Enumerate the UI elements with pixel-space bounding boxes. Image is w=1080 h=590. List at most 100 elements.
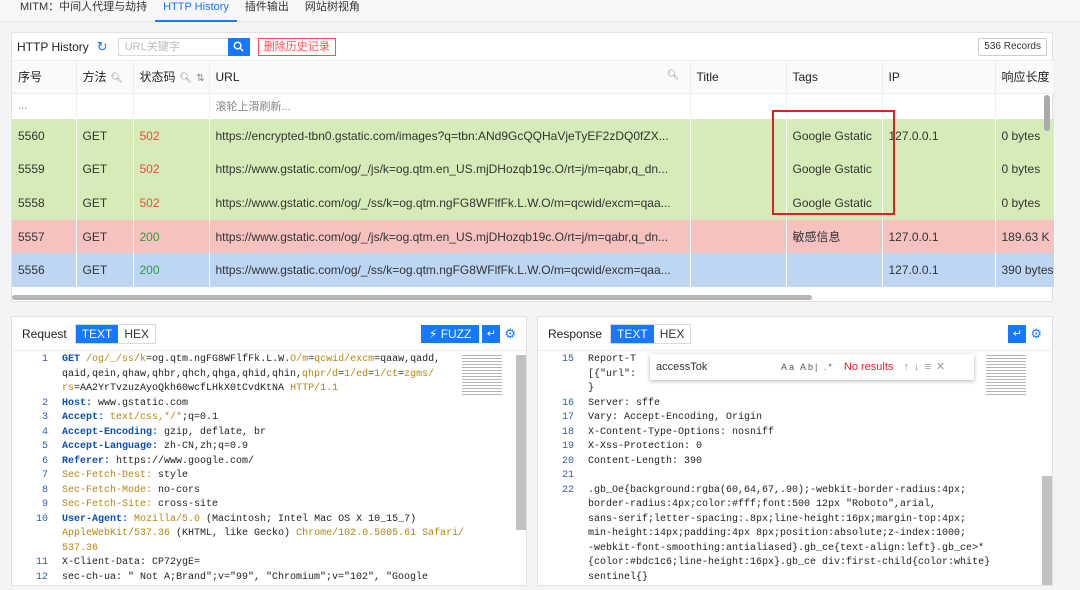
search-icon[interactable]: 🔍︎ bbox=[667, 70, 680, 81]
cell-ip bbox=[882, 186, 996, 220]
tab-plugin-output[interactable]: 插件输出 bbox=[237, 0, 297, 22]
cell-title bbox=[690, 186, 787, 220]
wrap-button[interactable]: ↵ bbox=[482, 324, 501, 343]
code-line: Sec-Fetch-Dest: style bbox=[62, 470, 189, 481]
line-number: 3 bbox=[41, 412, 48, 423]
request-label: Request bbox=[22, 326, 67, 341]
tab-site-tree[interactable]: 网站树视角 bbox=[297, 0, 368, 22]
code-line: border-radius:4px;color:#fff;font:500 12… bbox=[588, 499, 937, 510]
cell-title bbox=[690, 219, 787, 254]
line-number: 12 bbox=[35, 571, 48, 583]
code-line: Sec-Fetch-Site: cross-site bbox=[62, 499, 219, 510]
code-line: sec-ch-ua: " Not A;Brand";v="99", "Chrom… bbox=[62, 571, 429, 583]
code-line: Content-Length: 390 bbox=[588, 455, 703, 467]
code-line: Vary: Accept-Encoding, Origin bbox=[588, 412, 763, 423]
response-scrollbar[interactable] bbox=[1042, 476, 1052, 585]
cell-len: 0 bytes bbox=[995, 152, 1055, 187]
cell-id: 5557 bbox=[12, 219, 77, 254]
col-status[interactable]: 状态码 🔍︎ ⇅ bbox=[133, 61, 210, 94]
line-number: 5 bbox=[41, 441, 48, 452]
delete-history-button[interactable]: 删除历史记录 bbox=[257, 37, 336, 56]
cell-url: https://encrypted-tbn0.gstatic.com/image… bbox=[209, 119, 691, 153]
cell-id: 5560 bbox=[12, 119, 77, 153]
response-hex-tab[interactable]: HEX bbox=[654, 325, 691, 343]
response-minimap[interactable] bbox=[986, 355, 1026, 395]
find-widget: accessTok Aa Ab| .* No results ↑↓≡✕ bbox=[650, 354, 974, 380]
history-table: 序号 方法 🔍︎ 状态码 🔍︎ ⇅ URL 🔍︎ Title Tags IP 响应长度 … bbox=[12, 61, 1055, 287]
request-minimap[interactable] bbox=[462, 355, 502, 395]
return-icon: ↵ bbox=[486, 327, 496, 340]
wrap-button[interactable]: ↵ bbox=[1008, 324, 1027, 343]
response-header: Response TEXT HEX ↵ ⚙ bbox=[538, 317, 1052, 351]
col-method[interactable]: 方法 🔍︎ bbox=[76, 61, 134, 94]
line-number: 18 bbox=[561, 426, 574, 438]
history-toolbar: HTTP History ↻ URL关键字 删除历史记录 536 Records bbox=[12, 33, 1052, 61]
line-number: 2 bbox=[41, 397, 48, 409]
table-row[interactable]: 5556 GET 200 https://www.gstatic.com/og/_/s… bbox=[12, 253, 1055, 287]
col-id[interactable]: 序号 bbox=[12, 61, 77, 94]
code-line: 537.36 bbox=[62, 542, 99, 554]
return-icon: ↵ bbox=[1012, 327, 1022, 340]
code-line: Server: sffe bbox=[588, 397, 661, 409]
table-row[interactable]: 5559 GET 502 https://www.gstatic.com/og/_/j… bbox=[12, 152, 1055, 187]
cell-len: 0 bytes bbox=[995, 186, 1055, 220]
line-number: 17 bbox=[561, 412, 574, 423]
cell-tags bbox=[786, 253, 883, 287]
request-text-tab[interactable]: TEXT bbox=[75, 324, 119, 343]
response-panel: Response TEXT HEX ↵ ⚙ 15 Report-T [{"url":… bbox=[537, 316, 1053, 586]
request-scrollbar[interactable] bbox=[516, 355, 526, 530]
table-row[interactable]: 5560 GET 502 https://encrypted-tbn0.gstatic… bbox=[12, 119, 1055, 153]
request-editor[interactable]: 1 GET /og/_/ss/k=og.qtm.ngFG8WFlfFk.L.W.O… bbox=[12, 351, 526, 585]
gear-icon[interactable]: ⚙ bbox=[504, 326, 516, 342]
line-number: 11 bbox=[35, 557, 48, 568]
top-tabs: MITM：中间人代理与劫持 HTTP History 插件输出 网站树视角 bbox=[0, 0, 1080, 22]
col-length[interactable]: 响应长度 bbox=[995, 61, 1055, 94]
code-line: sans-serif;letter-spacing:.8px;line-heig… bbox=[588, 513, 967, 525]
code-line: Report-T bbox=[588, 354, 637, 365]
cell-url: https://www.gstatic.com/og/_/js/k=og.qtm… bbox=[209, 152, 691, 187]
code-line: User-Agent: Mozilla/5.0 (Macintosh; Inte… bbox=[62, 513, 417, 525]
find-input[interactable]: accessTok bbox=[656, 360, 781, 375]
line-number: 19 bbox=[561, 441, 574, 452]
gear-icon[interactable]: ⚙ bbox=[1030, 326, 1042, 342]
code-line: } bbox=[588, 383, 595, 394]
code-line: AppleWebKit/537.36 (KHTML, like Gecko) C… bbox=[62, 528, 465, 539]
col-tags[interactable]: Tags bbox=[786, 61, 883, 94]
code-line: rs=AA2YrTvzuzAyoQkh60wcfLHkX0tCvdKtNA HT… bbox=[62, 383, 339, 394]
line-number: 15 bbox=[561, 354, 574, 365]
code-line: [{"url": bbox=[588, 368, 637, 380]
search-button[interactable] bbox=[227, 37, 250, 56]
col-url[interactable]: URL 🔍︎ bbox=[209, 61, 691, 94]
search-icon[interactable]: 🔍︎ bbox=[180, 73, 193, 84]
cell-method: GET bbox=[76, 186, 134, 220]
cell-tags: Google Gstatic bbox=[786, 119, 883, 153]
tab-http-history[interactable]: HTTP History bbox=[155, 0, 237, 22]
table-row[interactable]: 5557 GET 200 https://www.gstatic.com/og/_/j… bbox=[12, 219, 1055, 254]
search-icon[interactable]: 🔍︎ bbox=[111, 73, 124, 84]
response-editor[interactable]: 15 Report-T [{"url":} 16 Server: sffe 17 Vary:… bbox=[538, 351, 1052, 585]
code-line: -webkit-font-smoothing:antialiased}.gb_c… bbox=[588, 542, 985, 554]
find-options[interactable]: Aa Ab| .* bbox=[781, 360, 834, 375]
code-line: X-Client-Data: CP72ygE= bbox=[62, 557, 201, 568]
refresh-icon[interactable]: ↻ bbox=[97, 39, 108, 55]
table-row[interactable]: 5558 GET 502 https://www.gstatic.com/og/_/s… bbox=[12, 186, 1055, 220]
url-search-input[interactable]: URL关键字 bbox=[117, 37, 228, 56]
tab-mitm[interactable]: MITM：中间人代理与劫持 bbox=[12, 0, 155, 22]
col-title[interactable]: Title bbox=[690, 61, 787, 94]
code-line: min-height:14px;padding:4px 8px;position… bbox=[588, 528, 967, 539]
request-hex-tab[interactable]: HEX bbox=[118, 325, 155, 343]
cell-status: 502 bbox=[133, 186, 210, 220]
cell-status: 200 bbox=[133, 253, 210, 287]
cell-method: GET bbox=[76, 219, 134, 254]
line-number: 4 bbox=[41, 426, 48, 438]
fuzz-button[interactable]: ⚡︎ FUZZ bbox=[420, 324, 480, 343]
request-view-toggle: TEXT HEX bbox=[74, 323, 157, 344]
sort-icon[interactable]: ⇅ bbox=[196, 73, 204, 84]
line-number: 21 bbox=[561, 470, 574, 481]
line-number: 10 bbox=[35, 513, 48, 525]
response-text-tab[interactable]: TEXT bbox=[611, 324, 654, 343]
table-vertical-scrollbar[interactable] bbox=[1044, 95, 1050, 131]
table-horizontal-scrollbar[interactable] bbox=[12, 295, 812, 300]
col-ip[interactable]: IP bbox=[882, 61, 996, 94]
find-nav-icons[interactable]: ↑↓≡✕ bbox=[903, 360, 950, 375]
